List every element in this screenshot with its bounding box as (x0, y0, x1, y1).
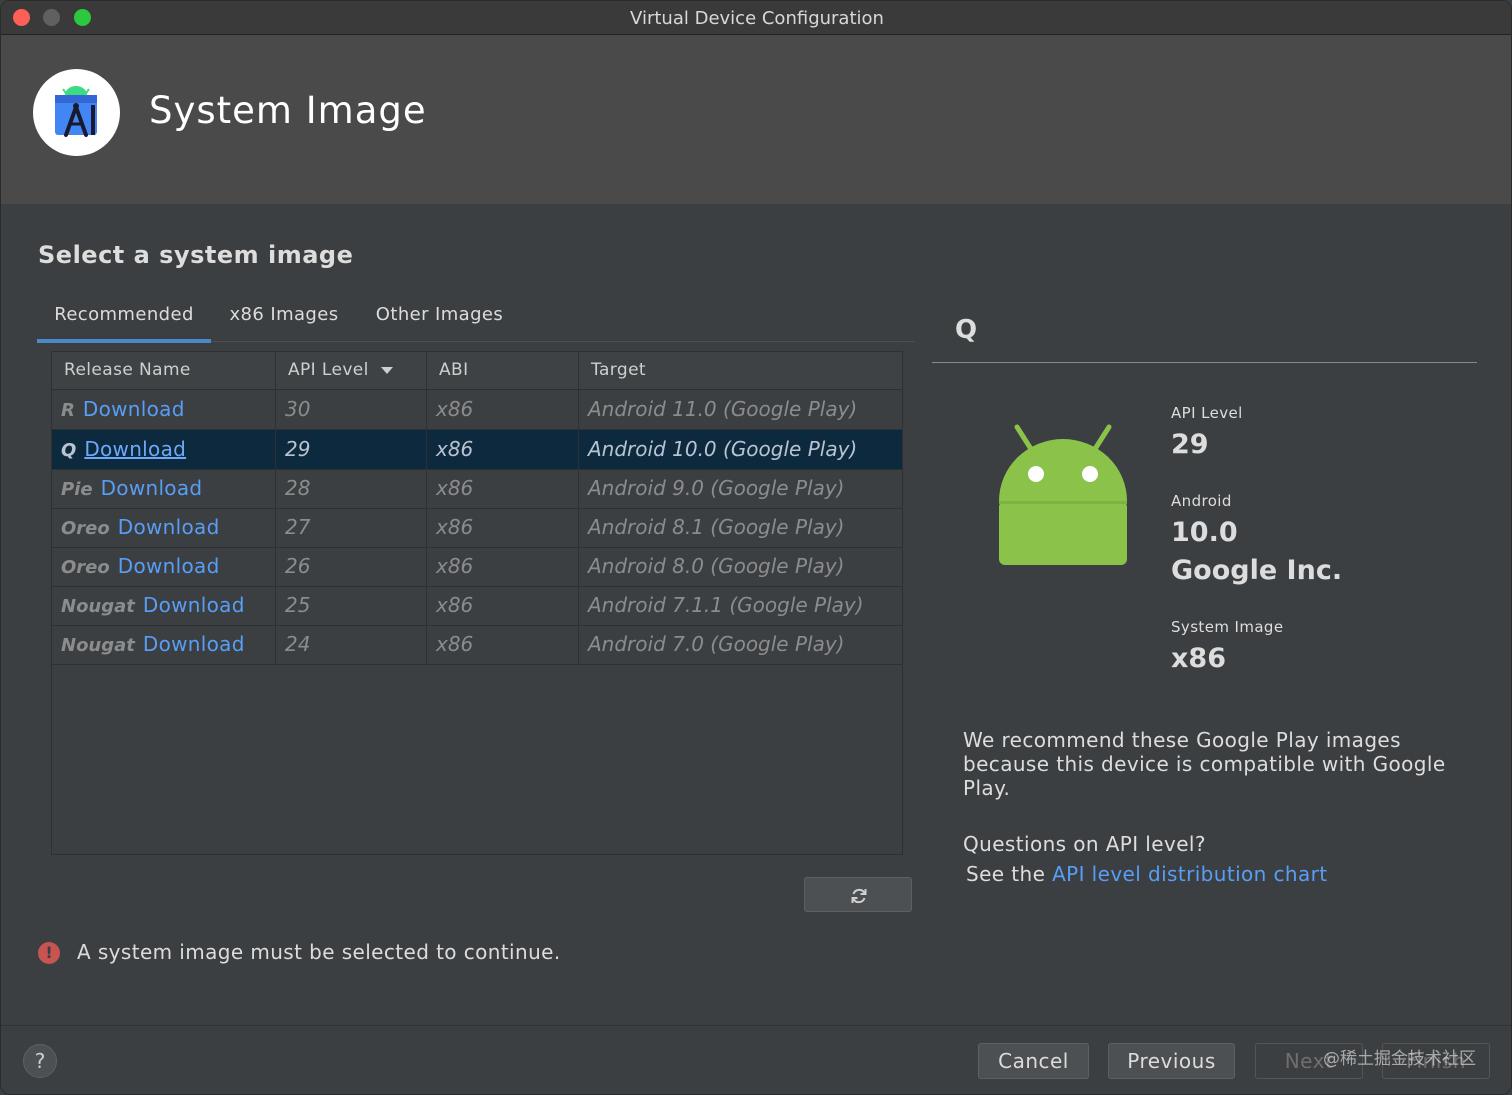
api-level-cell: 30 (276, 390, 427, 429)
see-the-text: See the (966, 862, 1046, 886)
download-link[interactable]: Download (84, 437, 186, 461)
release-name: Pie (61, 479, 93, 500)
virtual-device-configuration-window: Virtual Device Configuration System Imag… (0, 0, 1512, 1095)
download-link[interactable]: Download (143, 632, 245, 656)
table-row[interactable]: Pie Download 28 x86 Android 9.0 (Google P… (52, 469, 902, 509)
download-link[interactable]: Download (83, 397, 185, 421)
download-link[interactable]: Download (118, 515, 220, 539)
abi-cell: x86 (427, 469, 579, 508)
cancel-button[interactable]: Cancel (978, 1043, 1089, 1079)
api-level-cell: 29 (276, 430, 427, 469)
title-bar: Virtual Device Configuration (1, 1, 1511, 35)
table-row[interactable]: Oreo Download 26 x86 Android 8.0 (Google … (52, 547, 902, 587)
release-name: Oreo (61, 557, 110, 578)
target-cell: Android 11.0 (Google Play) (588, 397, 858, 421)
details-title: Q (955, 315, 978, 345)
target-cell: Android 10.0 (Google Play) (588, 437, 858, 461)
download-link[interactable]: Download (143, 593, 245, 617)
abi-cell: x86 (427, 547, 579, 586)
api-level-cell: 24 (276, 625, 427, 664)
see-chart-line: See the API level distribution chart (966, 862, 1328, 886)
previous-button[interactable]: Previous (1108, 1043, 1235, 1079)
target-cell: Android 9.0 (Google Play) (588, 476, 845, 500)
column-header-abi[interactable]: ABI (427, 352, 579, 389)
android-studio-logo-icon (33, 69, 120, 156)
release-name: Nougat (61, 596, 135, 617)
android-label: Android (1171, 492, 1232, 510)
table-row[interactable]: Nougat Download 24 x86 Android 7.0 (Googl… (52, 625, 902, 665)
image-tabs: Recommended x86 Images Other Images (37, 296, 915, 343)
target-cell: Android 8.0 (Google Play) (588, 554, 845, 578)
tab-other-images[interactable]: Other Images (367, 296, 512, 339)
android-robot-icon (999, 424, 1127, 565)
system-image-table: Release Name API Level ABI Target R Downl… (51, 351, 903, 855)
tab-recommended[interactable]: Recommended (37, 296, 211, 343)
abi-cell: x86 (427, 390, 579, 429)
error-message: A system image must be selected to conti… (77, 940, 561, 964)
table-row[interactable]: Nougat Download 25 x86 Android 7.1.1 (Goo… (52, 586, 902, 626)
help-button[interactable]: ? (23, 1044, 57, 1078)
table-row-selected[interactable]: Q Download 29 x86 Android 10.0 (Google Pl… (52, 430, 902, 470)
system-image-label: System Image (1171, 618, 1284, 636)
abi-cell: x86 (427, 508, 579, 547)
target-cell: Android 7.0 (Google Play) (588, 632, 845, 656)
api-level-cell: 26 (276, 547, 427, 586)
sort-descending-icon (380, 366, 393, 374)
error-icon: ! (38, 942, 60, 964)
api-level-cell: 25 (276, 586, 427, 625)
column-header-target[interactable]: Target (579, 352, 902, 389)
android-version-value: 10.0 (1171, 517, 1238, 548)
tab-x86-images[interactable]: x86 Images (221, 296, 347, 339)
abi-cell: x86 (427, 430, 579, 469)
column-header-release-name[interactable]: Release Name (52, 352, 276, 389)
release-name: Nougat (61, 635, 135, 656)
release-name: Q (61, 440, 77, 461)
vendor-value: Google Inc. (1171, 555, 1343, 586)
table-row[interactable]: R Download 30 x86 Android 11.0 (Google Pl… (52, 390, 902, 430)
download-link[interactable]: Download (101, 476, 203, 500)
header: System Image (1, 35, 1511, 204)
api-level-value: 29 (1171, 429, 1209, 460)
details-divider (932, 362, 1477, 363)
column-header-api-level[interactable]: API Level (276, 352, 427, 389)
table-header: Release Name API Level ABI Target (52, 352, 902, 390)
abi-cell: x86 (427, 586, 579, 625)
api-level-cell: 27 (276, 508, 427, 547)
api-level-cell: 28 (276, 469, 427, 508)
download-link[interactable]: Download (118, 554, 220, 578)
section-title: Select a system image (38, 241, 354, 269)
release-name: R (61, 400, 75, 421)
table-row[interactable]: Oreo Download 27 x86 Android 8.1 (Google … (52, 508, 902, 548)
footer-divider (1, 1025, 1511, 1026)
target-cell: Android 8.1 (Google Play) (588, 515, 845, 539)
api-level-label: API Level (1171, 404, 1243, 422)
abi-cell: x86 (427, 625, 579, 664)
page-title: System Image (149, 89, 427, 132)
target-cell: Android 7.1.1 (Google Play) (588, 593, 864, 617)
window-title: Virtual Device Configuration (630, 8, 884, 29)
refresh-icon (851, 888, 867, 904)
api-level-distribution-chart-link[interactable]: API level distribution chart (1052, 862, 1327, 886)
recommendation-text: We recommend these Google Play images be… (963, 728, 1446, 800)
release-name: Oreo (61, 518, 110, 539)
questions-text: Questions on API level? (963, 832, 1206, 856)
system-image-value: x86 (1171, 643, 1226, 674)
refresh-button[interactable] (804, 877, 912, 912)
watermark: @稀土掘金技术社区 (1323, 1049, 1476, 1069)
